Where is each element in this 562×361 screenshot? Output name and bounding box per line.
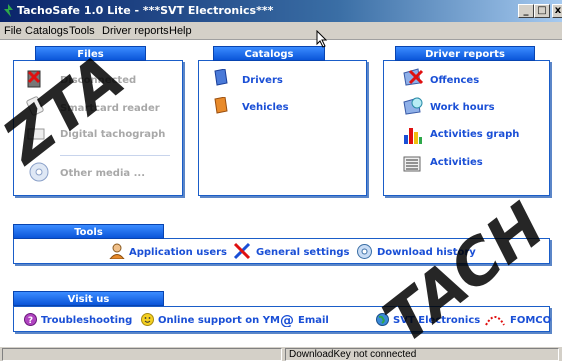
driver-reports-panel: Offences Work hours Activities graph Act… xyxy=(383,60,550,196)
close-button[interactable]: x xyxy=(552,4,562,18)
catalogs-panel: Drivers Vehicles xyxy=(198,60,367,196)
title-bar[interactable]: TachoSafe 1.0 Lite - ***SVT Electronics*… xyxy=(0,0,562,22)
maximize-button[interactable]: □ xyxy=(534,4,550,18)
report-offences[interactable]: Offences xyxy=(430,75,479,86)
files-digital-tachograph[interactable]: Digital tachograph xyxy=(60,129,165,140)
offences-icon xyxy=(403,68,424,86)
report-work-hours[interactable]: Work hours xyxy=(430,102,495,113)
svg-text:@: @ xyxy=(280,313,294,327)
visit-troubleshooting[interactable]: Troubleshooting xyxy=(41,315,132,326)
general-settings-icon xyxy=(233,242,251,260)
smartcard-reader-icon xyxy=(26,96,44,116)
status-cell-empty xyxy=(2,348,282,361)
files-divider xyxy=(60,155,170,156)
watermark-right: TACH xyxy=(370,188,558,358)
visit-header: Visit us xyxy=(13,291,164,306)
app-icon xyxy=(4,4,13,17)
catalogs-header: Catalogs xyxy=(213,46,325,61)
globe-icon xyxy=(376,313,389,326)
tools-panel: Application users General settings Downl… xyxy=(13,238,550,264)
driver-reports-header: Driver reports xyxy=(395,46,535,61)
question-icon: ? xyxy=(24,313,37,326)
menu-file[interactable]: File xyxy=(4,25,22,37)
report-activities[interactable]: Activities xyxy=(430,157,483,168)
menu-catalogs[interactable]: Catalogs xyxy=(25,25,68,37)
files-panel: Disconnected Smartcard reader Digital ta… xyxy=(13,60,183,196)
tools-header: Tools xyxy=(13,224,164,239)
activities-icon xyxy=(403,156,421,172)
drivers-book-icon xyxy=(214,69,228,86)
menu-tools[interactable]: Tools xyxy=(69,25,95,37)
status-bar: DownloadKey not connected xyxy=(0,346,562,361)
smiley-icon xyxy=(141,313,154,326)
catalog-drivers[interactable]: Drivers xyxy=(242,75,283,86)
visit-online-support[interactable]: Online support on YM xyxy=(158,315,280,326)
menu-driver-reports[interactable]: Driver reports xyxy=(102,25,169,37)
work-hours-icon xyxy=(403,97,423,115)
visit-panel: ? Troubleshooting Online support on YM @… xyxy=(13,306,551,332)
window-title: TachoSafe 1.0 Lite - ***SVT Electronics*… xyxy=(17,4,274,17)
visit-svt-electronics[interactable]: SVT Electronics xyxy=(393,315,480,326)
files-smartcard-reader[interactable]: Smartcard reader xyxy=(60,103,160,114)
files-header: Files xyxy=(35,46,146,61)
tachograph-icon xyxy=(27,128,45,140)
report-activities-graph[interactable]: Activities graph xyxy=(430,129,519,140)
tools-download-history[interactable]: Download history xyxy=(377,247,476,258)
files-disconnected: Disconnected xyxy=(60,75,137,86)
visit-fomco[interactable]: FOMCO xyxy=(510,315,551,326)
tools-application-users[interactable]: Application users xyxy=(129,247,227,258)
menu-bar: File Catalogs Tools Driver reports Help xyxy=(0,22,562,40)
files-other-media[interactable]: Other media ... xyxy=(60,168,145,179)
mouse-cursor-icon xyxy=(316,30,328,48)
menu-help[interactable]: Help xyxy=(169,25,192,37)
status-text: DownloadKey not connected xyxy=(285,348,559,361)
tools-general-settings[interactable]: General settings xyxy=(256,247,349,258)
activities-graph-icon xyxy=(404,128,422,144)
minimize-button[interactable]: _ xyxy=(518,4,534,18)
fomco-logo-icon xyxy=(485,316,505,326)
svg-text:?: ? xyxy=(28,316,33,326)
vehicles-book-icon xyxy=(214,97,228,114)
download-history-icon xyxy=(357,244,372,259)
catalog-vehicles[interactable]: Vehicles xyxy=(242,102,289,113)
other-media-icon xyxy=(29,162,49,182)
card-disconnected-icon xyxy=(27,70,41,88)
email-at-icon: @ xyxy=(280,313,294,327)
visit-email[interactable]: Email xyxy=(298,315,329,326)
application-users-icon xyxy=(109,243,125,259)
